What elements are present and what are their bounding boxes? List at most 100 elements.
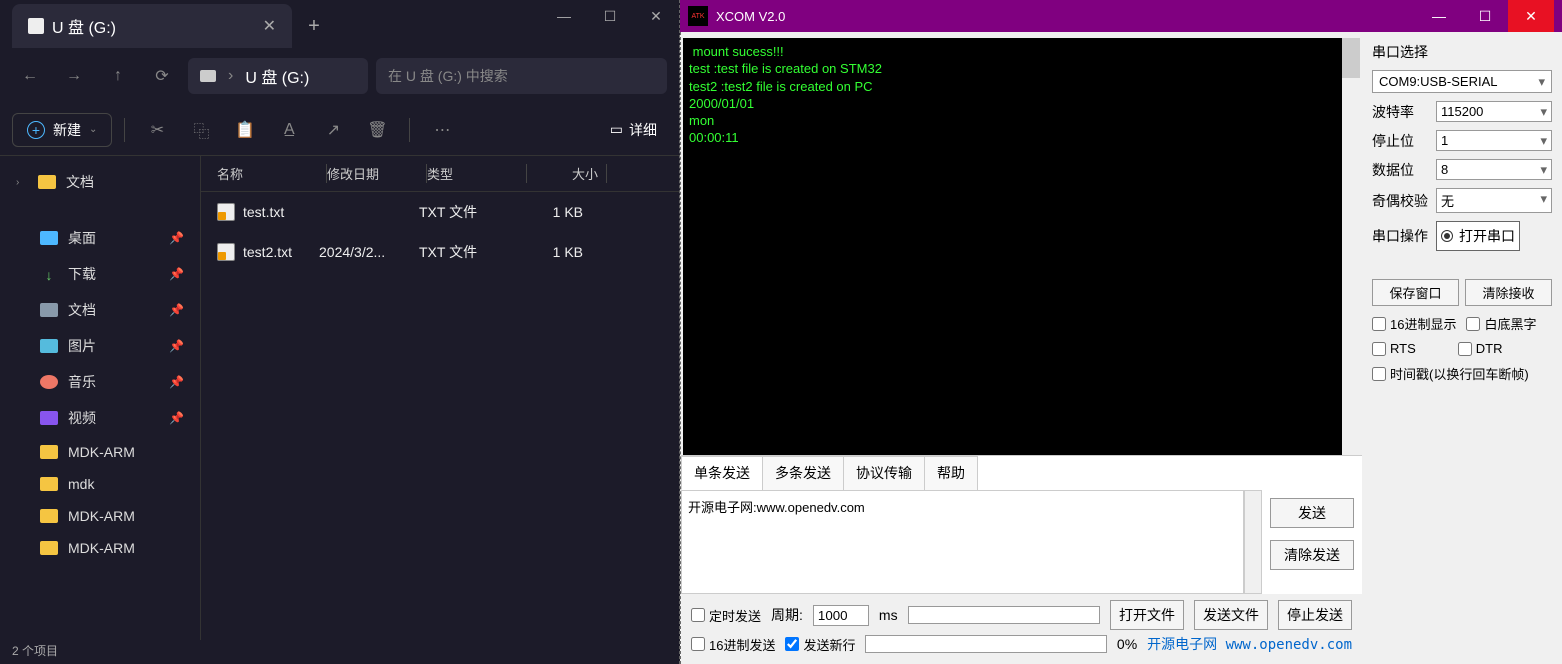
dtr-checkbox[interactable]: DTR <box>1458 341 1503 356</box>
rts-checkbox[interactable]: RTS <box>1372 341 1416 356</box>
tree-item-desktop[interactable]: 桌面📌 <box>4 220 196 256</box>
details-icon: ▭ <box>610 121 623 138</box>
copy-button[interactable]: ⿻ <box>181 110 221 150</box>
hex-display-checkbox[interactable]: 16进制显示 <box>1372 314 1456 333</box>
file-row[interactable]: test.txt TXT 文件 1 KB <box>201 192 679 232</box>
parity-select[interactable]: 无 <box>1436 188 1552 213</box>
plus-circle-icon: + <box>27 121 45 139</box>
hex-send-checkbox[interactable]: 16进制发送 <box>691 635 775 654</box>
more-button[interactable]: ⋯ <box>422 110 462 150</box>
maximize-button[interactable]: ☐ <box>1462 0 1508 32</box>
tab-multi-send[interactable]: 多条发送 <box>762 456 844 490</box>
toolbar: + 新建 ⌄ ✂ ⿻ 📋 A̲ ↗ 🗑 ⋯ ▭ 详细 <box>0 104 679 156</box>
baud-select[interactable]: 115200 <box>1436 101 1552 122</box>
header-name[interactable]: 名称 <box>217 164 327 183</box>
clear-receive-button[interactable]: 清除接收 <box>1465 279 1552 306</box>
open-file-button[interactable]: 打开文件 <box>1110 600 1184 630</box>
period-unit: ms <box>879 607 898 623</box>
share-button[interactable]: ↗ <box>313 110 353 150</box>
window-controls: — ☐ ✕ <box>541 0 679 32</box>
open-port-button[interactable]: 打开串口 <box>1436 221 1520 251</box>
tree-item-music[interactable]: 音乐📌 <box>4 364 196 400</box>
tree-item-downloads[interactable]: ↓下载📌 <box>4 256 196 292</box>
tree-item-folder[interactable]: MDK-ARM <box>4 532 196 564</box>
tree-item-folder[interactable]: MDK-ARM <box>4 436 196 468</box>
port-select-label: 串口选择 <box>1372 42 1552 62</box>
send-area: 开源电子网:www.openedv.com 发送 清除发送 <box>681 490 1362 594</box>
send-button[interactable]: 发送 <box>1270 498 1354 528</box>
paste-button[interactable]: 📋 <box>225 110 265 150</box>
scroll-thumb[interactable] <box>1342 38 1360 78</box>
tab-single-send[interactable]: 单条发送 <box>681 456 763 490</box>
header-size[interactable]: 大小 <box>527 164 607 183</box>
separator <box>124 118 125 142</box>
send-file-button[interactable]: 发送文件 <box>1194 600 1268 630</box>
header-type[interactable]: 类型 <box>427 164 527 183</box>
close-tab-icon[interactable]: ✕ <box>263 16 276 36</box>
close-button[interactable]: ✕ <box>633 0 679 32</box>
file-row[interactable]: test2.txt 2024/3/2... TXT 文件 1 KB <box>201 232 679 272</box>
white-bg-checkbox[interactable]: 白底黑字 <box>1466 314 1536 333</box>
up-button[interactable]: ↑ <box>100 58 136 94</box>
tree-item-videos[interactable]: 视频📌 <box>4 400 196 436</box>
send-textarea[interactable]: 开源电子网:www.openedv.com <box>681 490 1244 594</box>
footer-link[interactable]: 开源电子网 www.openedv.com <box>1147 634 1352 654</box>
video-icon <box>40 411 58 425</box>
close-button[interactable]: ✕ <box>1508 0 1554 32</box>
tree-item-documents[interactable]: 文档📌 <box>4 292 196 328</box>
minimize-button[interactable]: — <box>1416 0 1462 32</box>
bottom-controls: 定时发送 周期: ms 打开文件 发送文件 停止发送 16进制发送 发送新行 0… <box>681 594 1362 664</box>
pin-icon[interactable]: 📌 <box>169 231 184 245</box>
breadcrumb[interactable]: › U 盘 (G:) <box>188 58 368 94</box>
tree-item-folder[interactable]: mdk <box>4 468 196 500</box>
xcom-window: ATK XCOM V2.0 — ☐ ✕ mount sucess!!! test… <box>680 0 1562 664</box>
pin-icon[interactable]: 📌 <box>169 375 184 389</box>
tab-protocol[interactable]: 协议传输 <box>843 456 925 490</box>
pin-icon[interactable]: 📌 <box>169 267 184 281</box>
body: › 文档 桌面📌 ↓下载📌 文档📌 图片📌 音乐📌 视频📌 MDK-ARM md… <box>0 156 679 640</box>
new-button[interactable]: + 新建 ⌄ <box>12 113 112 147</box>
clear-send-button[interactable]: 清除发送 <box>1270 540 1354 570</box>
maximize-button[interactable]: ☐ <box>587 0 633 32</box>
tree-item-pictures[interactable]: 图片📌 <box>4 328 196 364</box>
databits-select[interactable]: 8 <box>1436 159 1552 180</box>
rename-button[interactable]: A̲ <box>269 110 309 150</box>
tree-item-folder[interactable]: MDK-ARM <box>4 500 196 532</box>
back-button[interactable]: ← <box>12 58 48 94</box>
terminal-output[interactable]: mount sucess!!! test :test file is creat… <box>683 38 1360 455</box>
scrollbar[interactable] <box>1244 490 1262 594</box>
scrollbar[interactable] <box>1342 38 1360 455</box>
search-input[interactable]: 在 U 盘 (G:) 中搜索 <box>376 58 667 94</box>
stopbits-select[interactable]: 1 <box>1436 130 1552 151</box>
pin-icon[interactable]: 📌 <box>169 411 184 425</box>
send-buttons: 发送 清除发送 <box>1262 490 1362 594</box>
minimize-button[interactable]: — <box>541 0 587 32</box>
pin-icon[interactable]: 📌 <box>169 339 184 353</box>
stop-send-button[interactable]: 停止发送 <box>1278 600 1352 630</box>
titlebar: ATK XCOM V2.0 — ☐ ✕ <box>680 0 1562 32</box>
chevron-right-icon: › <box>16 177 28 188</box>
folder-icon <box>40 509 58 523</box>
save-window-button[interactable]: 保存窗口 <box>1372 279 1459 306</box>
port-select[interactable]: COM9:USB-SERIAL <box>1372 70 1552 93</box>
new-tab-button[interactable]: + <box>292 4 336 48</box>
new-label: 新建 <box>53 120 81 140</box>
timestamp-checkbox[interactable]: 时间戳(以换行回车断帧) <box>1372 364 1552 383</box>
tree-item-docs-top[interactable]: › 文档 <box>4 164 196 200</box>
text-file-icon <box>217 243 235 261</box>
period-input[interactable] <box>813 605 869 626</box>
header-date[interactable]: 修改日期 <box>327 164 427 183</box>
details-button[interactable]: ▭ 详细 <box>600 114 667 146</box>
send-newline-checkbox[interactable]: 发送新行 <box>785 635 855 654</box>
timed-send-checkbox[interactable]: 定时发送 <box>691 606 761 625</box>
pin-icon[interactable]: 📌 <box>169 303 184 317</box>
cut-button[interactable]: ✂ <box>137 110 177 150</box>
tab-help[interactable]: 帮助 <box>924 456 978 490</box>
forward-button[interactable]: → <box>56 58 92 94</box>
refresh-button[interactable]: ⟳ <box>144 58 180 94</box>
file-list: 名称 修改日期 类型 大小 test.txt TXT 文件 1 KB test2… <box>200 156 679 640</box>
explorer-tab[interactable]: U 盘 (G:) ✕ <box>12 4 292 48</box>
delete-button[interactable]: 🗑 <box>357 110 397 150</box>
file-path-field[interactable] <box>908 606 1100 624</box>
column-headers: 名称 修改日期 类型 大小 <box>201 156 679 192</box>
